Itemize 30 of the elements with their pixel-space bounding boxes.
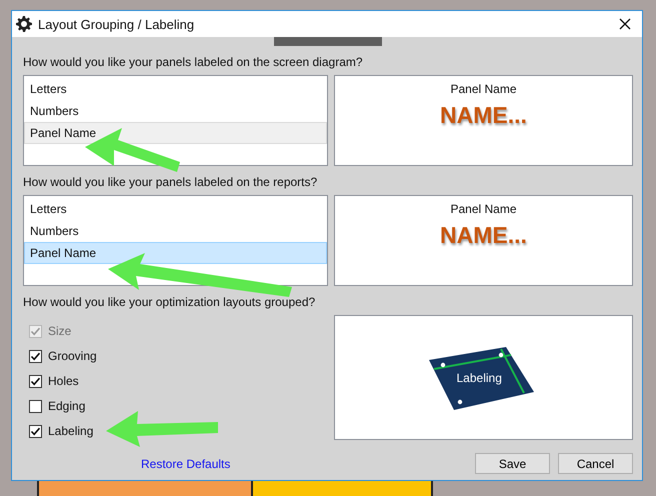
checkbox[interactable] xyxy=(29,424,42,438)
list-box[interactable]: Letters Numbers Panel Name xyxy=(23,75,328,166)
checkbox-option[interactable]: Holes xyxy=(23,371,328,391)
sample-label: NAME... xyxy=(440,102,527,129)
close-icon[interactable] xyxy=(619,18,631,30)
list-item[interactable]: Panel Name xyxy=(24,122,327,144)
list-item[interactable]: Numbers xyxy=(24,100,327,122)
checkbox[interactable] xyxy=(29,350,42,362)
window-title: Layout Grouping / Labeling xyxy=(38,16,196,32)
preview-caption: Panel Name xyxy=(450,82,517,96)
preview-caption: Panel Name xyxy=(450,202,517,216)
question-text: How would you like your optimization layouts grouped? xyxy=(23,295,316,310)
checkbox[interactable] xyxy=(29,400,42,412)
list-item[interactable]: Letters xyxy=(24,78,327,100)
checkbox-option[interactable]: Grooving xyxy=(23,346,328,366)
sample-label: NAME... xyxy=(440,222,527,249)
checkbox-option[interactable]: Edging xyxy=(23,396,328,416)
gear-icon xyxy=(16,16,32,32)
list-item[interactable]: Panel Name xyxy=(24,242,327,264)
dialog-button[interactable]: Save xyxy=(475,453,550,474)
list-box[interactable]: Letters Numbers Panel Name xyxy=(23,195,328,286)
list-item[interactable]: Numbers xyxy=(24,220,327,242)
question-text: How would you like your panels labeled on the reports? xyxy=(23,175,318,190)
panel-label: Labeling xyxy=(456,370,502,384)
question-text: How would you like your panels labeled on the screen diagram? xyxy=(23,55,364,70)
checkbox-option[interactable]: Labeling xyxy=(23,421,328,441)
list-item[interactable]: Letters xyxy=(24,198,327,220)
dialog-button[interactable]: Cancel xyxy=(558,453,633,474)
checkbox[interactable] xyxy=(29,374,42,388)
restore-defaults-link[interactable]: Restore Defaults xyxy=(141,456,230,470)
